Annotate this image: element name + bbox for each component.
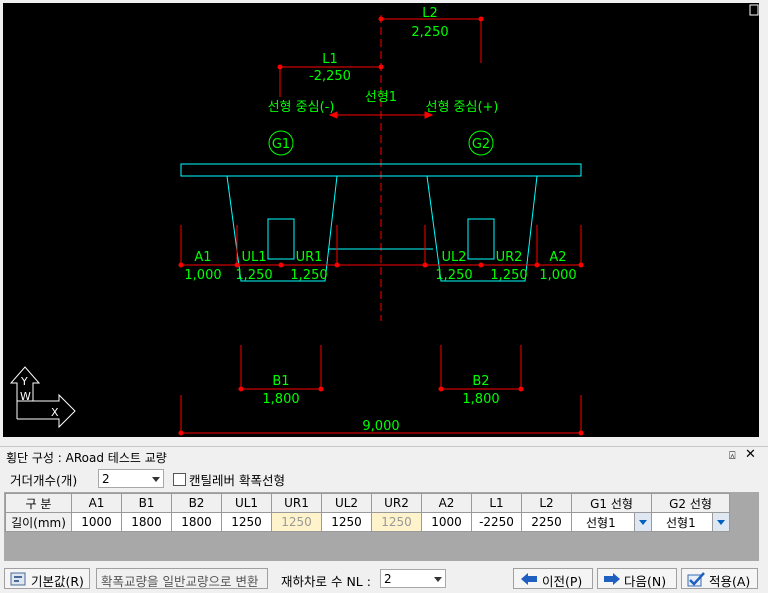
cell-ul2[interactable]: 1250 (321, 512, 372, 532)
grid-header-cell: UL1 (221, 493, 272, 513)
cell-b2[interactable]: 1800 (171, 512, 222, 532)
dim-ur1-value: 1,250 (290, 268, 327, 283)
dim-a2-value: 1,000 (539, 268, 576, 283)
g1-alignment-value: 선형1 (586, 515, 616, 530)
cell-ul1[interactable]: 1250 (221, 512, 272, 532)
default-values-button[interactable]: 기본값(R) (4, 568, 90, 589)
dim-a1-value: 1,000 (184, 268, 221, 283)
default-values-label: 기본값(R) (31, 574, 84, 589)
b2-label: B2 (472, 374, 489, 389)
arrow-left-icon (521, 573, 537, 585)
grid-header-cell: 구 분 (5, 493, 72, 513)
grid-header-cell: UL2 (321, 493, 372, 513)
chevron-down-icon (639, 520, 647, 525)
girder-count-select[interactable]: 2 (98, 469, 164, 488)
g2-alignment-dropdown[interactable] (712, 513, 729, 531)
dim-a2-label: A2 (549, 250, 566, 265)
l2-value: 2,250 (411, 25, 448, 40)
grid-header-cell: UR1 (271, 493, 322, 513)
chevron-down-icon (434, 577, 442, 582)
dim-ul1-value: 1,250 (235, 268, 272, 283)
grid-header-cell: G1 선형 (571, 493, 652, 513)
dim-ul2-value: 1,250 (435, 268, 472, 283)
grid-header-cell: L1 (471, 493, 522, 513)
girder-count-value: 2 (102, 472, 110, 486)
panel-header: 횡단 구성 : ARoad 테스트 교량 ⍓ ✕ (0, 446, 768, 465)
lanes-value: 2 (384, 572, 392, 586)
grid-header-row: 구 분 A1 B1 B2 UL1 UR1 UL2 UR2 A2 L1 L2 G1… (5, 493, 730, 513)
total-width-value: 9,000 (362, 419, 399, 434)
cantilever-label: 캔틸레버 확폭선형 (189, 473, 285, 488)
grid-header-cell: L2 (521, 493, 572, 513)
g2-alignment-value: 선형1 (666, 515, 696, 530)
axis-w-label: W (20, 390, 31, 403)
left-center-label: 선형 중심(-) (268, 100, 335, 115)
grid-header-cell: G2 선형 (651, 493, 730, 513)
g1-label: G1 (272, 137, 290, 152)
cell-a1[interactable]: 1000 (71, 512, 122, 532)
l2-label: L2 (422, 6, 438, 21)
cell-ur1[interactable]: 1250 (271, 512, 322, 532)
grid-row-label: 길이(mm) (5, 512, 72, 532)
prev-button[interactable]: 이전(P) (513, 568, 593, 589)
dim-ur2-label: UR2 (496, 250, 523, 265)
cell-l1[interactable]: -2250 (471, 512, 522, 532)
cell-g1-alignment[interactable]: 선형1 (571, 512, 652, 532)
grid-header-cell: A2 (421, 493, 472, 513)
apply-label: 적용(A) (709, 574, 751, 589)
next-button[interactable]: 다음(N) (597, 568, 677, 589)
bottom-toolbar: 기본값(R) 확폭교량을 일반교량으로 변환 재하차로 수 NL : 2 이전(… (0, 566, 768, 593)
grid-header-cell: B2 (171, 493, 222, 513)
lanes-label: 재하차로 수 NL : (281, 574, 371, 589)
l1-value: -2,250 (309, 69, 351, 84)
checkmark-icon (687, 572, 705, 587)
cell-ur2[interactable]: 1250 (371, 512, 422, 532)
convert-bridge-button[interactable]: 확폭교량을 일반교량으로 변환 (96, 568, 268, 589)
grid-header-cell: UR2 (371, 493, 422, 513)
reset-icon (10, 572, 26, 586)
dim-ur2-value: 1,250 (490, 268, 527, 283)
cell-a2[interactable]: 1000 (421, 512, 472, 532)
cell-g2-alignment[interactable]: 선형1 (651, 512, 730, 532)
prev-label: 이전(P) (542, 574, 583, 589)
center-label: 선형1 (365, 90, 397, 105)
cell-b1[interactable]: 1800 (121, 512, 172, 532)
girder-settings-row: 거더개수(개) 2 캔틸레버 확폭선형 (0, 466, 768, 490)
next-label: 다음(N) (624, 574, 667, 589)
g2-label: G2 (472, 137, 490, 152)
close-icon[interactable]: ✕ (745, 447, 756, 462)
arrow-right-icon (604, 573, 620, 585)
right-center-label: 선형 중심(+) (425, 100, 498, 115)
grid-header-cell: A1 (71, 493, 122, 513)
lanes-select[interactable]: 2 (380, 569, 446, 588)
b2-value: 1,800 (462, 392, 499, 407)
pin-icon[interactable]: ⍓ (729, 449, 736, 463)
girder-count-label: 거더개수(개) (10, 473, 78, 488)
b1-label: B1 (272, 374, 289, 389)
panel-title: 횡단 구성 : ARoad 테스트 교량 (6, 451, 167, 465)
drawing-viewport[interactable]: L2 2,250 L1 -2,250 선형1 선형 중심(-) 선형 중심(+)… (0, 0, 768, 440)
g1-alignment-dropdown[interactable] (634, 513, 651, 531)
cantilever-checkbox[interactable] (173, 473, 186, 486)
dim-ul2-label: UL2 (441, 250, 466, 265)
apply-button[interactable]: 적용(A) (681, 568, 758, 589)
grid-header-cell: B1 (121, 493, 172, 513)
b1-value: 1,800 (262, 392, 299, 407)
dimension-grid: 구 분 A1 B1 B2 UL1 UR1 UL2 UR2 A2 L1 L2 G1… (4, 492, 759, 561)
dim-ul1-label: UL1 (241, 250, 266, 265)
cell-l2[interactable]: 2250 (521, 512, 572, 532)
cad-canvas[interactable]: L2 2,250 L1 -2,250 선형1 선형 중심(-) 선형 중심(+)… (3, 3, 759, 437)
table-row: 길이(mm) 1000 1800 1800 1250 1250 1250 125… (5, 512, 730, 532)
convert-bridge-label: 확폭교량을 일반교량으로 변환 (101, 574, 259, 589)
chevron-down-icon (152, 477, 160, 482)
axis-y-label: Y (20, 375, 28, 388)
chevron-down-icon (717, 520, 725, 525)
dim-ur1-label: UR1 (296, 250, 323, 265)
l1-label: L1 (322, 52, 338, 67)
axis-x-label: X (51, 406, 59, 419)
dim-a1-label: A1 (194, 250, 211, 265)
